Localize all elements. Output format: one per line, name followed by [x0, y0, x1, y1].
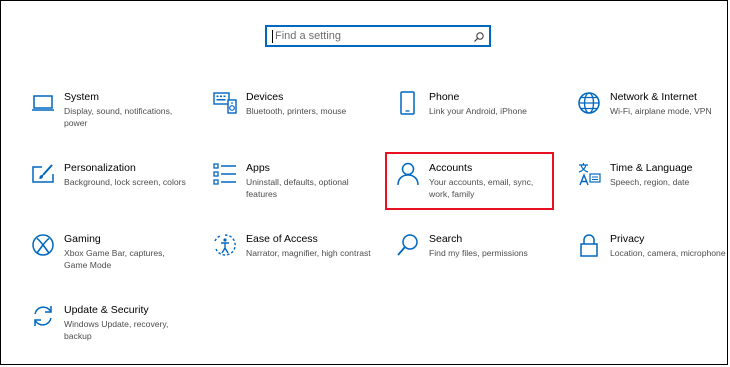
tile-title: Update & Security	[64, 304, 149, 316]
tile-title: Gaming	[64, 233, 101, 245]
accounts-highlight-box	[385, 152, 554, 210]
devices-icon	[213, 91, 237, 115]
language-icon	[577, 162, 601, 186]
apps-list-icon	[213, 162, 237, 186]
tile-description: Windows Update, recovery, backup	[64, 319, 169, 341]
tile-description: Speech, region, date	[610, 177, 690, 187]
tile-title: Personalization	[64, 162, 136, 174]
tile-title: Time & Language	[610, 162, 693, 174]
tile-description: Bluetooth, printers, mouse	[246, 106, 347, 116]
search-box[interactable]	[265, 25, 491, 47]
tile-title: Privacy	[610, 233, 645, 245]
tile-description: Narrator, magnifier, high contrast	[246, 248, 371, 258]
tile-personalization[interactable]: Personalization Background, lock screen,…	[31, 162, 193, 216]
laptop-icon	[31, 91, 55, 115]
tile-title: System	[64, 91, 100, 103]
tile-description: Location, camera, microphone	[610, 248, 726, 258]
paintbrush-icon	[31, 162, 55, 186]
tile-title: Ease of Access	[246, 233, 318, 245]
search-input[interactable]	[275, 28, 471, 44]
tile-title: Network & Internet	[610, 91, 697, 103]
tile-title: Search	[429, 233, 463, 245]
settings-window: System Display, sound, notifications, po…	[0, 0, 728, 365]
tile-title: Phone	[429, 91, 460, 103]
tile-description: Link your Android, iPhone	[429, 106, 527, 116]
tile-devices[interactable]: Devices Bluetooth, printers, mouse	[213, 91, 375, 145]
tile-description: Find my files, permissions	[429, 248, 528, 258]
globe-icon	[577, 91, 601, 115]
tile-ease-of-access[interactable]: Ease of Access Narrator, magnifier, high…	[213, 233, 375, 287]
tile-time-language[interactable]: Time & Language Speech, region, date	[577, 162, 730, 216]
tile-description: Wi-Fi, airplane mode, VPN	[610, 106, 712, 116]
phone-icon	[396, 91, 420, 115]
tile-description: Background, lock screen, colors	[64, 177, 186, 187]
tile-apps[interactable]: Apps Uninstall, defaults, optional featu…	[213, 162, 375, 216]
tile-description: Display, sound, notifications, power	[64, 106, 173, 128]
tile-phone[interactable]: Phone Link your Android, iPhone	[396, 91, 558, 145]
xbox-icon	[31, 233, 55, 257]
tile-privacy[interactable]: Privacy Location, camera, microphone	[577, 233, 730, 287]
tile-network[interactable]: Network & Internet Wi-Fi, airplane mode,…	[577, 91, 730, 145]
text-caret	[272, 30, 273, 43]
magnifier-icon	[396, 233, 420, 257]
tile-update-security[interactable]: Update & Security Windows Update, recove…	[31, 304, 193, 358]
lock-icon	[577, 233, 601, 257]
tile-gaming[interactable]: Gaming Xbox Game Bar, captures, Game Mod…	[31, 233, 193, 287]
tile-description: Xbox Game Bar, captures, Game Mode	[64, 248, 165, 270]
search-icon[interactable]	[473, 30, 485, 42]
tile-title: Apps	[246, 162, 270, 174]
tile-system[interactable]: System Display, sound, notifications, po…	[31, 91, 193, 145]
tile-search[interactable]: Search Find my files, permissions	[396, 233, 558, 287]
ease-of-access-icon	[213, 233, 237, 257]
sync-arrows-icon	[31, 304, 55, 328]
tile-title: Devices	[246, 91, 284, 103]
tile-description: Uninstall, defaults, optional features	[246, 177, 349, 199]
